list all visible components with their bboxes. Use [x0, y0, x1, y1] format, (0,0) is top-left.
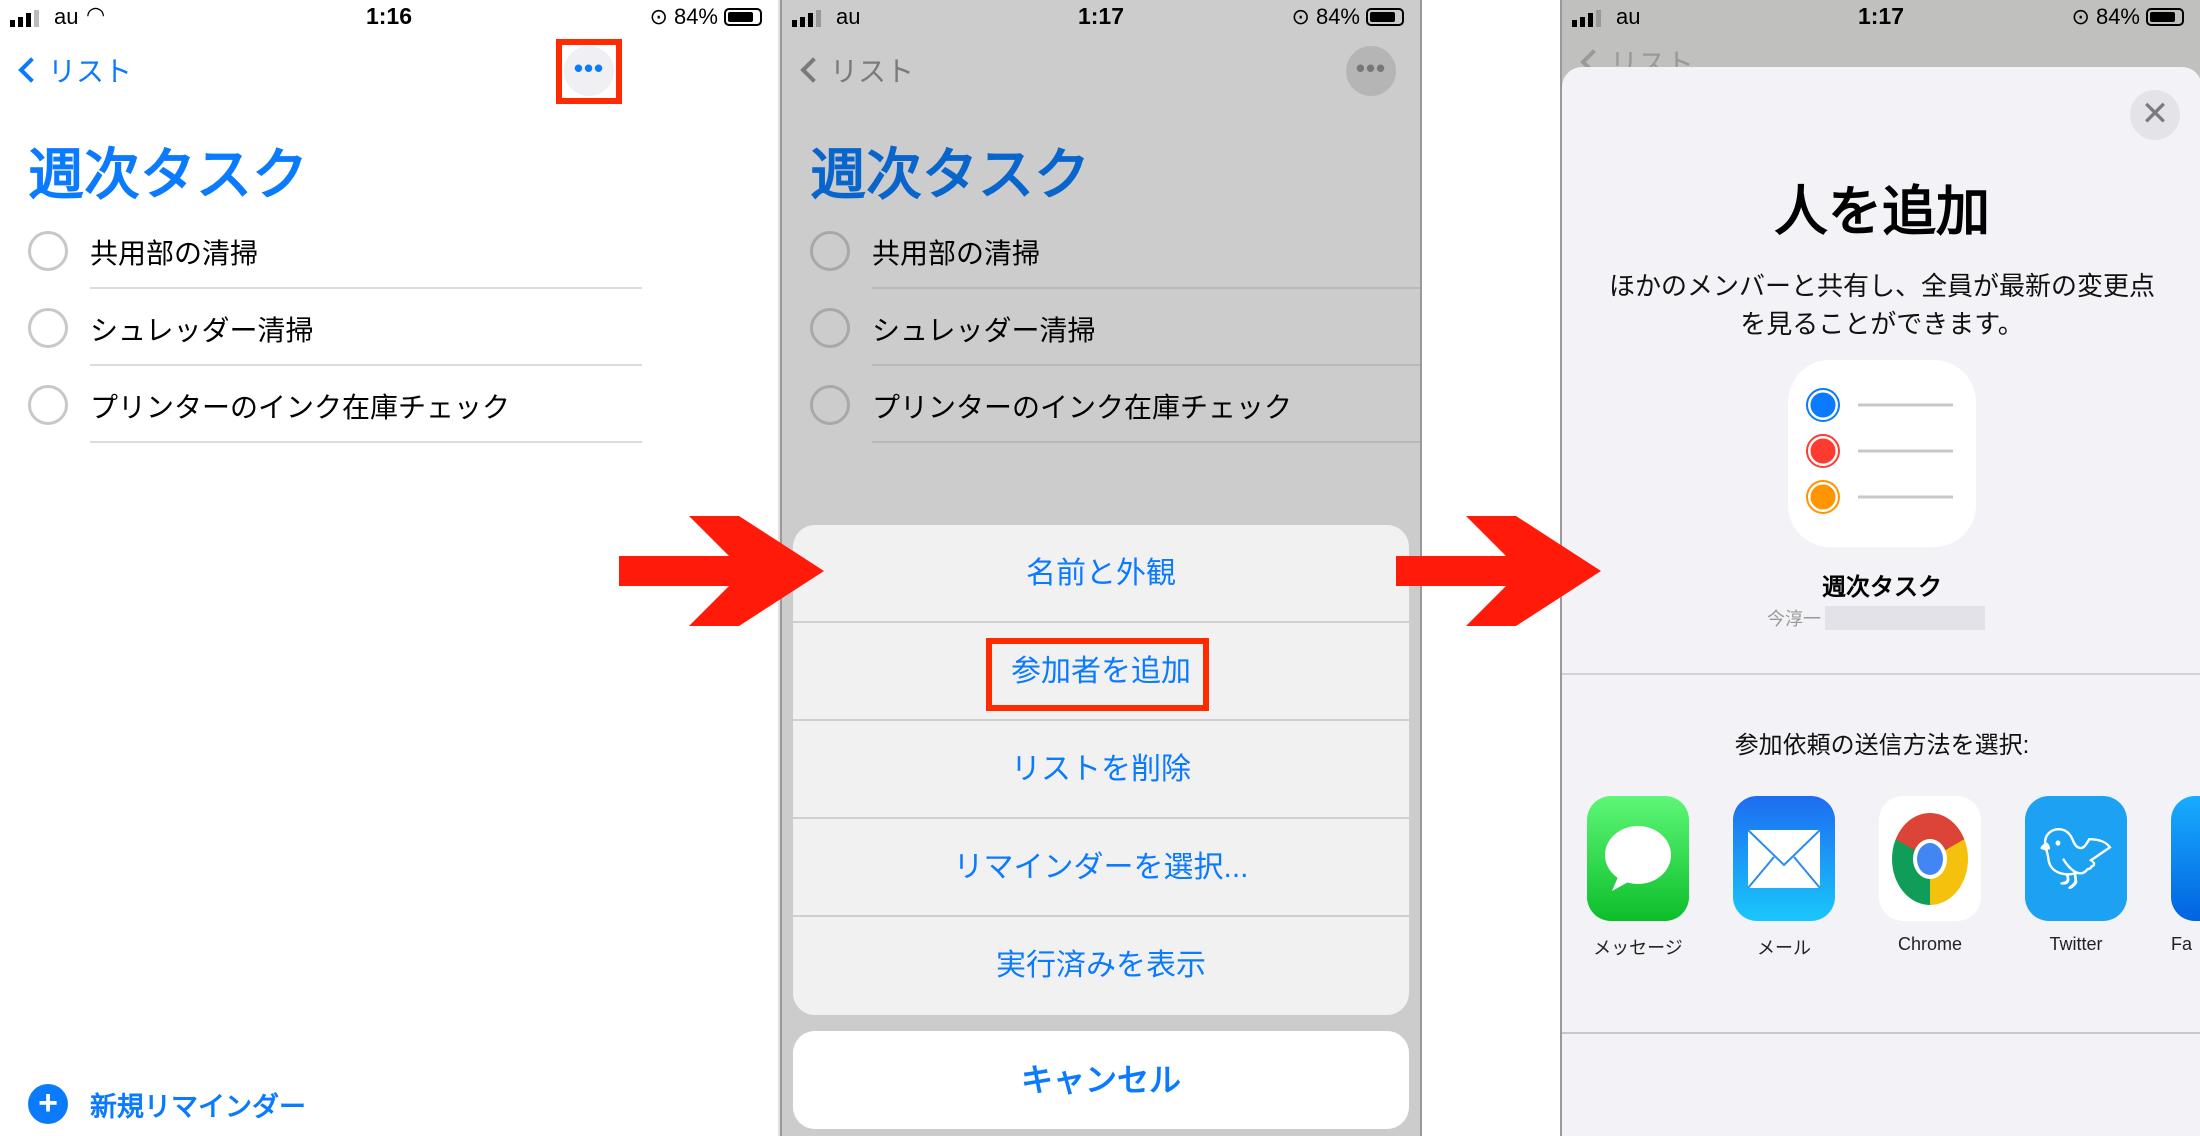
status-bar: au ◠ 1:16 ⊙ 84% [0, 0, 778, 36]
description-line: ほかのメンバーと共有し、全員が最新の変更点 [1608, 271, 2155, 301]
list-item[interactable]: シュレッダー清掃 [0, 289, 642, 366]
arrow-right-icon [619, 516, 824, 626]
list-item: プリンターのインク在庫チェック [782, 366, 1420, 443]
send-prompt: 参加依頼の送信方法を選択: [1734, 732, 2030, 759]
item-label: プリンターのインク在庫チェック [90, 392, 511, 423]
app-label: メール [1757, 938, 1811, 958]
battery-percent: 84% [1315, 4, 1360, 29]
new-reminder-label: 新規リマインダー [90, 1091, 306, 1122]
owner-name: 今淳一 [1767, 609, 1821, 629]
chrome-icon [1879, 796, 1981, 921]
status-bar: au 1:17 ⊙ 84% [782, 0, 1420, 36]
chevron-left-icon [18, 57, 44, 83]
app-label: メッセージ [1593, 938, 1683, 958]
battery-icon [724, 8, 762, 26]
highlight-box [986, 638, 1209, 711]
option-show-completed[interactable]: 実行済みを表示 [793, 917, 1409, 1015]
option-name-appearance[interactable]: 名前と外観 [793, 525, 1409, 623]
checkbox[interactable] [28, 385, 68, 425]
description: ほかのメンバーと共有し、全員が最新の変更点 を見ることができます。 [1562, 267, 2200, 343]
battery-percent: 84% [673, 4, 718, 29]
app-label: Fa [2171, 934, 2193, 954]
item-label: シュレッダー清掃 [90, 315, 314, 346]
checkbox [810, 308, 850, 348]
battery-icon [1366, 8, 1404, 26]
battery-status: ⊙ 84% [1292, 4, 1404, 30]
app-messages[interactable]: メッセージ [1587, 796, 1689, 960]
mail-icon [1733, 796, 1835, 921]
list-name: 週次タスク [1822, 574, 1942, 601]
plus-circle-icon: + [28, 1084, 68, 1124]
close-button[interactable]: ✕ [2130, 90, 2180, 140]
more-button: ••• [1346, 46, 1396, 96]
battery-icon [2146, 8, 2184, 26]
battery-percent: 84% [2095, 4, 2140, 29]
redacted-email [1825, 606, 1985, 630]
divider [90, 441, 642, 443]
list-title: 週次タスク [28, 143, 308, 206]
list-glyph-icon [1806, 388, 1953, 514]
back-button[interactable]: リスト [14, 50, 132, 90]
back-label: リスト [830, 56, 915, 87]
list-item: 共用部の清掃 [782, 212, 1420, 289]
rotation-lock-icon: ⊙ [649, 4, 668, 29]
owner-row: 今淳一 [1767, 605, 1985, 631]
option-delete-list[interactable]: リストを削除 [793, 721, 1409, 819]
back-label: リスト [48, 56, 133, 87]
rotation-lock-icon: ⊙ [1291, 4, 1310, 29]
checkbox[interactable] [28, 308, 68, 348]
list-item[interactable]: プリンターのインク在庫チェック [0, 366, 642, 443]
description-line: を見ることができます。 [1740, 309, 2024, 339]
app-mail[interactable]: メール [1733, 796, 1835, 960]
panel-add-people: au 1:17 ⊙ 84% リスト ✕ 人を追加 ほかのメンバーと共有し、全員が最… [1560, 0, 2200, 1136]
list-title: 週次タスク [810, 143, 1090, 206]
highlight-box [556, 39, 622, 104]
item-label: 共用部の清掃 [90, 238, 259, 269]
cancel-button[interactable]: キャンセル [793, 1031, 1409, 1129]
back-button: リスト [796, 50, 914, 90]
checkbox[interactable] [28, 231, 68, 271]
battery-status: ⊙ 84% [2072, 4, 2184, 30]
facebook-icon [2171, 796, 2200, 921]
rotation-lock-icon: ⊙ [2071, 4, 2090, 29]
item-label: 共用部の清掃 [872, 238, 1041, 269]
checkbox [810, 385, 850, 425]
list-item: シュレッダー清掃 [782, 289, 1420, 366]
divider [1562, 673, 2200, 675]
app-twitter[interactable]: 🐦︎ Twitter [2025, 796, 2127, 960]
app-label: Twitter [2049, 934, 2103, 954]
chevron-left-icon [800, 57, 826, 83]
new-reminder-button[interactable]: + 新規リマインダー [28, 1084, 306, 1124]
battery-status: ⊙ 84% [650, 4, 762, 30]
app-chrome[interactable]: Chrome [1879, 796, 1981, 960]
app-facebook[interactable]: Fa [2171, 796, 2200, 960]
option-select-reminders[interactable]: リマインダーを選択... [793, 819, 1409, 917]
messages-icon [1587, 796, 1689, 921]
arrow-right-icon [1396, 516, 1601, 626]
item-label: シュレッダー清掃 [872, 315, 1096, 346]
twitter-icon: 🐦︎ [2025, 796, 2127, 921]
reminders-list-icon [1788, 360, 1976, 547]
checkbox [810, 231, 850, 271]
list-item[interactable]: 共用部の清掃 [0, 212, 642, 289]
share-apps: メッセージ メール Chrome 🐦︎ Twitter Fa [1587, 796, 2200, 960]
item-label: プリンターのインク在庫チェック [872, 392, 1293, 423]
status-bar: au 1:17 ⊙ 84% [1562, 0, 2200, 36]
sheet-title: 人を追加 [1774, 182, 1990, 242]
divider [1562, 1032, 2200, 1034]
divider [872, 441, 1420, 443]
add-people-sheet: ✕ 人を追加 ほかのメンバーと共有し、全員が最新の変更点 を見ることができます。… [1562, 67, 2200, 1136]
action-sheet: 名前と外観 参加者を追加 リストを削除 リマインダーを選択... 実行済みを表示 [793, 525, 1409, 1015]
app-label: Chrome [1897, 934, 1963, 954]
